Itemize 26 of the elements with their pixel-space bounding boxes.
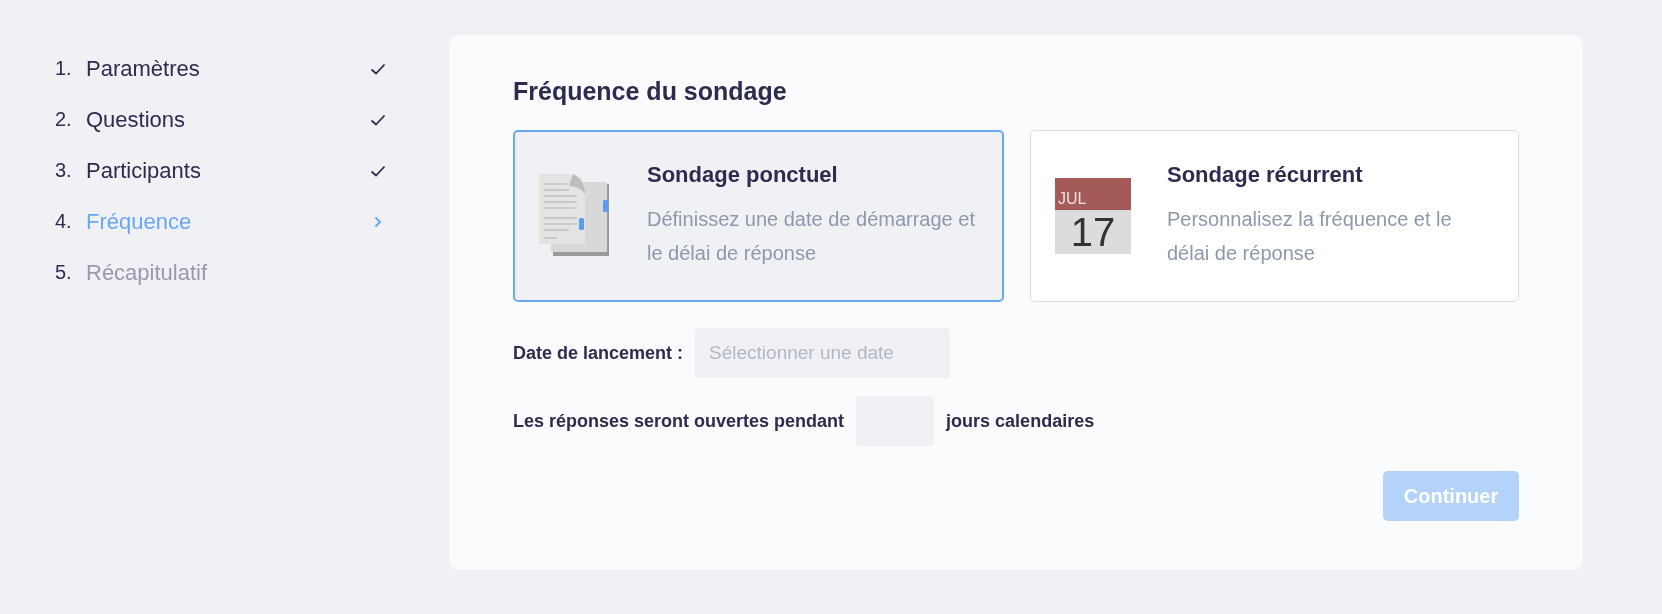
document-icon <box>539 174 611 258</box>
calendar-day: 17 <box>1055 210 1131 254</box>
step-label[interactable]: Participants <box>86 157 370 184</box>
option-description: Personnalisez la fréquence et le délai de réponse <box>1167 207 1453 266</box>
step-number: 1. <box>55 57 73 80</box>
step-label[interactable]: Paramètres <box>86 55 370 82</box>
step-number: 5. <box>55 261 73 284</box>
check-icon <box>370 113 386 126</box>
check-icon <box>370 62 386 75</box>
option-title: Sondage récurrent <box>1167 162 1364 188</box>
step-number: 3. <box>55 159 73 182</box>
step-number: 2. <box>55 108 73 131</box>
field-label: jours calendaires <box>946 410 1095 432</box>
field-label: Date de lancement : <box>513 342 684 364</box>
option-title: Sondage ponctuel <box>647 162 839 188</box>
calendar-month: JUL <box>1058 190 1087 208</box>
option-card[interactable]: Sondage ponctuel Définissez une date de démarrage et le délai de réponse <box>513 130 1004 302</box>
chevron-icon <box>374 215 382 228</box>
section-title: Fréquence du sondage <box>513 77 788 106</box>
option-description: Définissez une date de démarrage et le délai de réponse <box>647 207 976 266</box>
option-card[interactable]: JUL 17 Sondage récurrent Personnalisez la fréquence et le délai de réponse <box>1030 130 1519 302</box>
date-field[interactable]: Sélectionner une date <box>695 328 951 378</box>
field-label: Les réponses seront ouvertes pendant <box>513 410 845 432</box>
step-number: 4. <box>55 210 73 233</box>
step-label[interactable]: Questions <box>86 106 370 133</box>
check-icon <box>370 164 386 177</box>
